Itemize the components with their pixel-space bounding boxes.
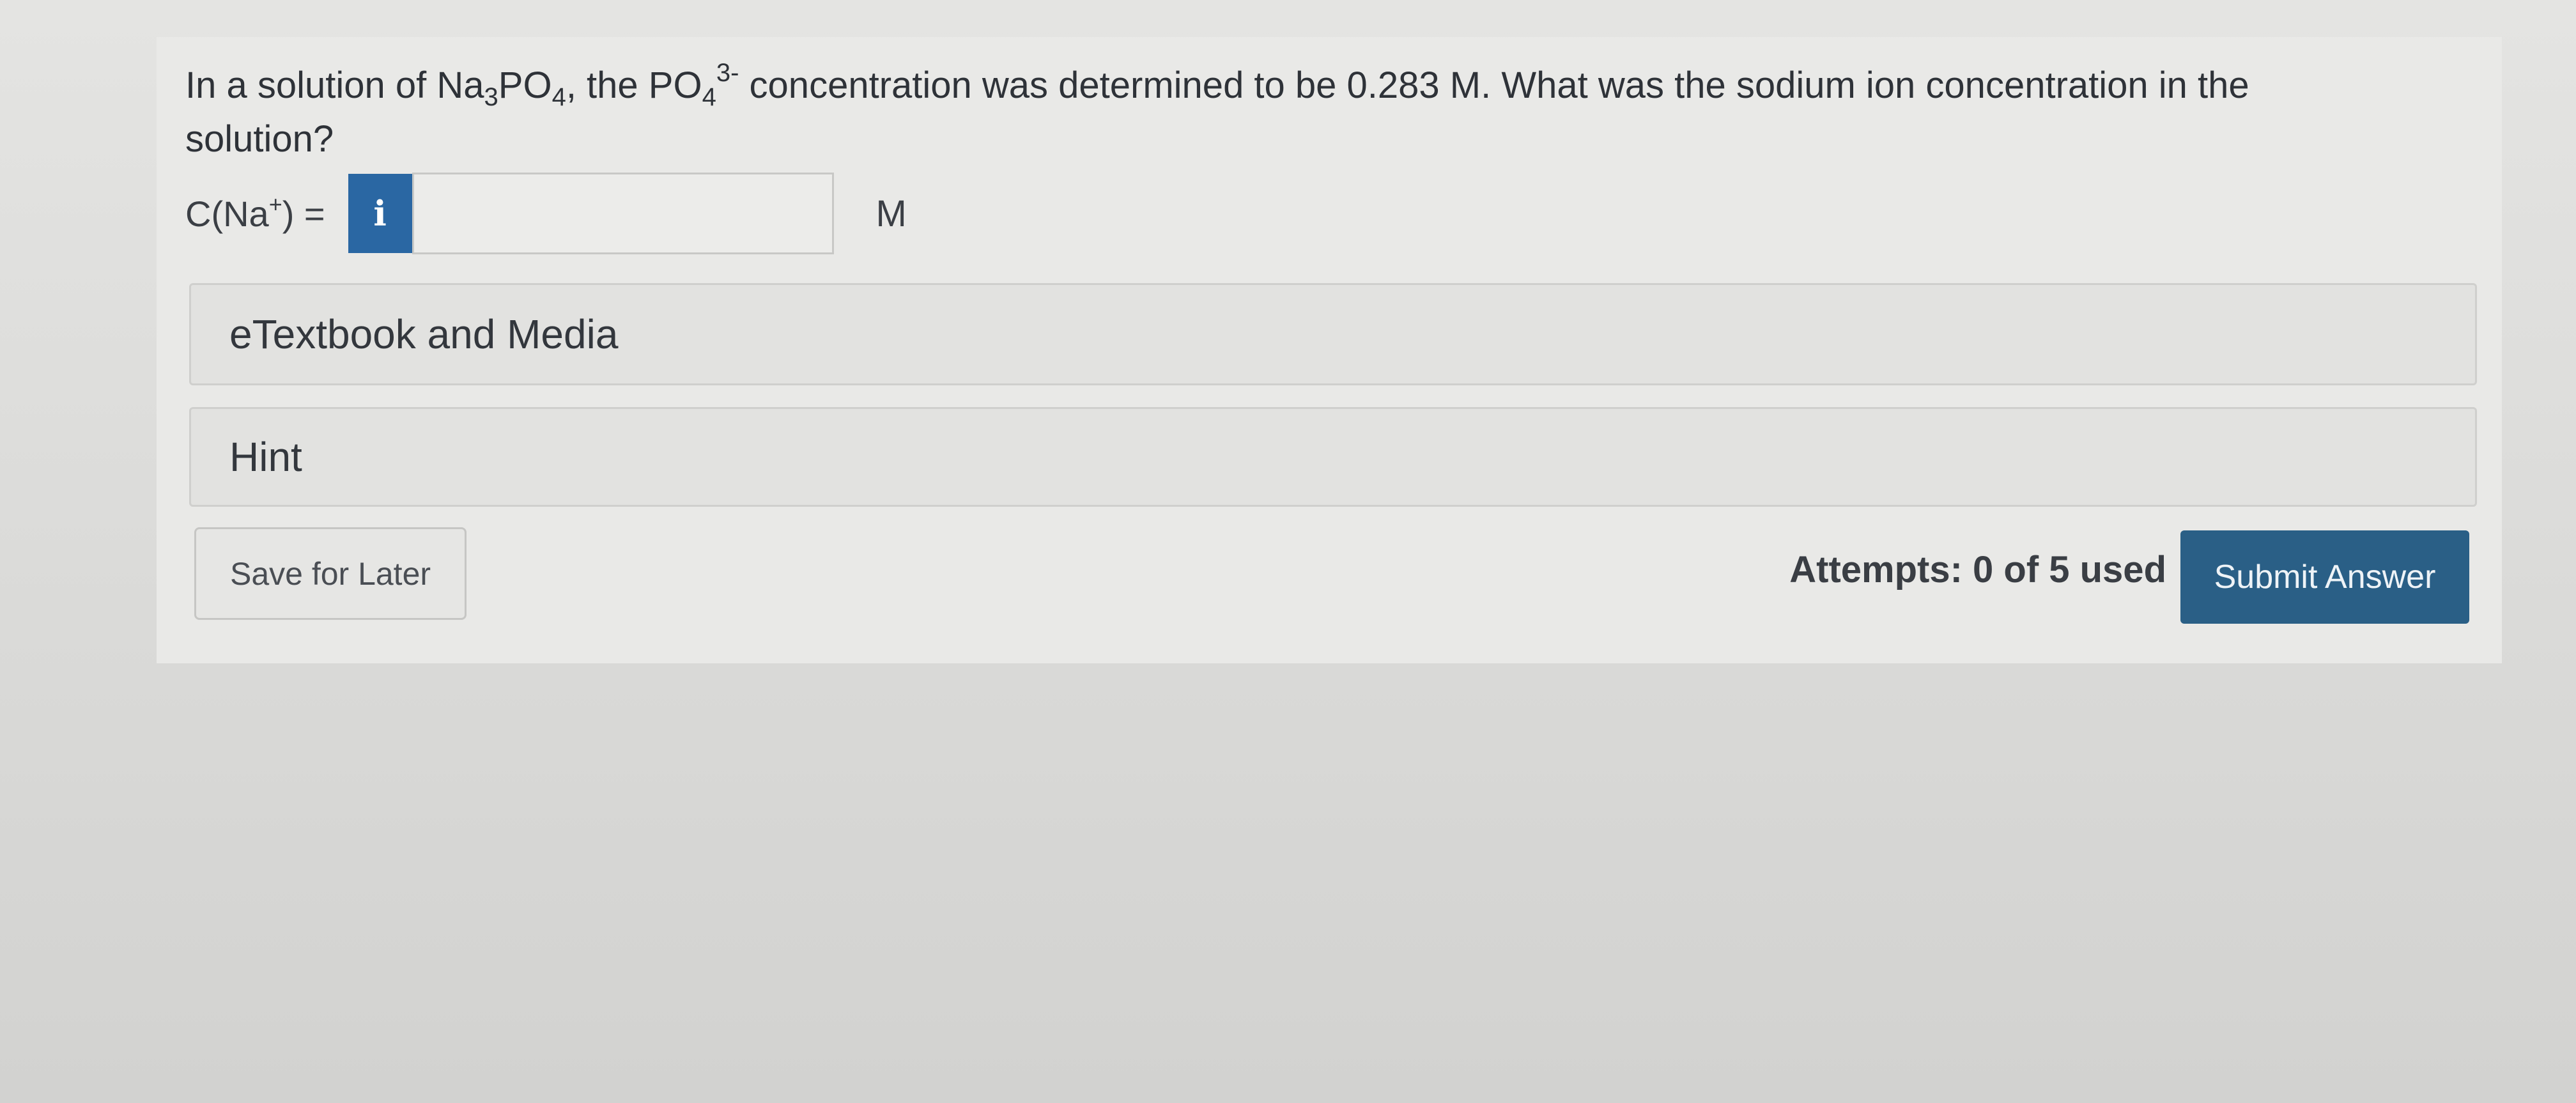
submit-answer-button[interactable]: Submit Answer <box>2180 530 2469 624</box>
hint-label: Hint <box>229 434 302 480</box>
etextbook-media-section[interactable]: eTextbook and Media <box>189 283 2477 385</box>
info-icon[interactable]: i <box>348 174 412 253</box>
attempts-counter: Attempts: 0 of 5 used <box>1789 549 2166 590</box>
save-for-later-button[interactable]: Save for Later <box>194 527 467 620</box>
question-text: In a solution of Na3PO4, the PO43- conce… <box>185 59 2249 160</box>
etextbook-media-label: eTextbook and Media <box>229 311 619 357</box>
answer-input[interactable] <box>412 173 834 254</box>
answer-label: C(Na+) = <box>185 190 325 234</box>
answer-row: C(Na+) = i M <box>185 173 930 254</box>
unit-label: M <box>875 192 907 235</box>
hint-section[interactable]: Hint <box>189 407 2477 507</box>
